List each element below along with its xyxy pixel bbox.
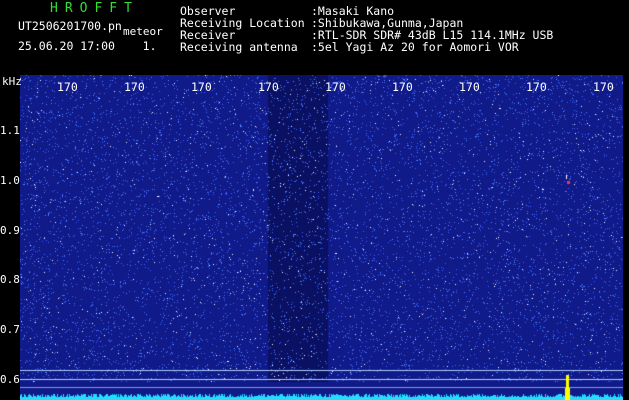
- hrofft-display: HROFFT UT2506201700.pn meteor 25.06.20 1…: [0, 0, 629, 400]
- meteor-label: meteor: [123, 25, 163, 38]
- x-tick-label: 170: [191, 80, 212, 94]
- date-time: 25.06.20 17:00: [18, 39, 115, 53]
- y-tick-label: 0.9: [0, 223, 20, 237]
- antenna-value: :5el Yagi Az 20 for Aomori VOR: [311, 40, 519, 54]
- x-tick-label: 170: [258, 80, 279, 94]
- y-tick-label: 0.8: [0, 273, 20, 287]
- x-tick-label: 170: [392, 80, 413, 94]
- y-axis-unit: kHz: [2, 75, 22, 88]
- file-name: UT2506201700.pn: [18, 19, 122, 33]
- info-labels: Observer Receiving Location Receiver Rec…: [180, 5, 305, 53]
- spectrogram: [20, 75, 623, 400]
- y-tick-label: 1.0: [0, 173, 20, 187]
- info-values: :Masaki Kano :Shibukawa,Gunma,Japan :RTL…: [311, 5, 553, 53]
- y-tick-label: 0.6: [0, 373, 20, 386]
- date-time-line: 25.06.20 17:00 1.: [18, 40, 157, 52]
- program-title: HROFFT: [50, 1, 139, 16]
- y-tick-label: 0.7: [0, 323, 20, 337]
- x-tick-label: 170: [526, 80, 547, 94]
- x-tick-label: 170: [124, 80, 145, 94]
- x-tick-label: 170: [325, 80, 346, 94]
- x-tick-label: 170: [593, 80, 614, 94]
- x-tick-label: 170: [57, 80, 78, 94]
- antenna-label: Receiving antenna: [180, 40, 298, 54]
- y-tick-label: 1.1: [0, 124, 20, 137]
- page-index: 1.: [142, 39, 157, 53]
- x-tick-label: 170: [459, 80, 480, 94]
